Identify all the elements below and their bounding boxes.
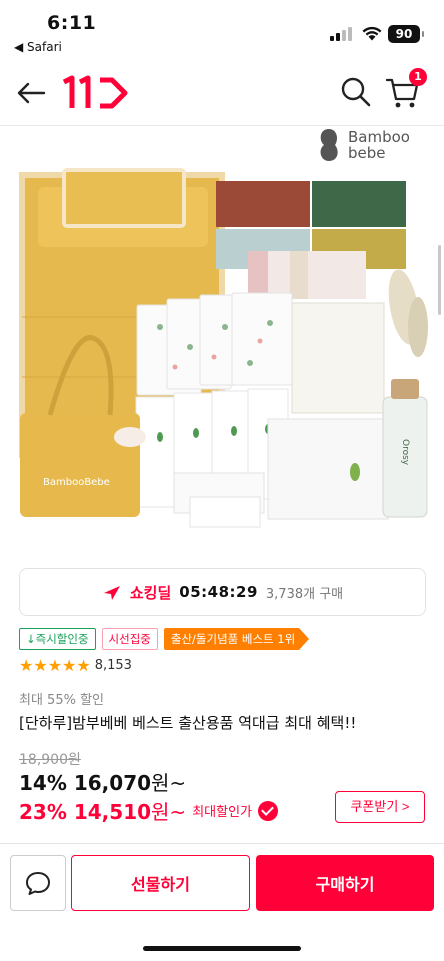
gift-button[interactable]: 선물하기	[71, 855, 250, 911]
best-seller-tag: 출산/돌기념품 베스트 1위	[163, 628, 310, 650]
instant-discount-tag: ↓즉시할인중	[19, 628, 96, 650]
bag-label: BambooBebe	[43, 477, 110, 488]
star-rating: ★★★★★	[19, 656, 91, 675]
purchase-count: 3,738개 구매	[265, 586, 344, 602]
sale-amount: 16,070	[73, 771, 152, 795]
battery-indicator: 90	[388, 25, 424, 43]
status-bar: 6:11 ◀ Safari 90	[0, 0, 444, 62]
original-price: 18,900원	[19, 752, 81, 768]
review-count: 8,153	[94, 658, 132, 673]
max-discount-label: 최대할인가	[192, 805, 253, 820]
brand-name-line1: Bamboo	[348, 128, 410, 146]
max-discount-price[interactable]: 23% 14,510원~ 최대할인가	[19, 796, 279, 825]
chat-icon	[26, 872, 50, 895]
deal-label: 쇼킹딜	[129, 583, 172, 602]
wifi-icon	[362, 26, 382, 41]
cart-count-badge: 1	[409, 68, 427, 86]
bean-logo-icon	[320, 129, 338, 161]
rating[interactable]: ★★★★★ 8,153	[19, 656, 132, 675]
search-icon[interactable]	[340, 76, 372, 108]
sale-percent: 14%	[19, 771, 67, 795]
status-time: 6:11	[47, 12, 97, 34]
shocking-deal-icon	[103, 586, 120, 600]
max-discount-percent: 23%	[19, 800, 67, 824]
bottom-action-bar: 선물하기 구매하기	[0, 843, 444, 961]
max-discount-amount: 14,510	[73, 800, 152, 824]
max-discount-suffix: 원~	[151, 800, 187, 824]
chevron-down-icon[interactable]	[258, 800, 279, 821]
chat-button[interactable]	[10, 855, 66, 911]
back-to-app-link[interactable]: ◀ Safari	[14, 40, 62, 54]
max-discount-note: 최대 55% 할인	[19, 693, 104, 708]
sale-suffix: 원~	[151, 771, 187, 795]
eleven-street-logo[interactable]	[60, 74, 130, 112]
product-tags: ↓즉시할인중 시선집중 출산/돌기념품 베스트 1위	[19, 628, 310, 650]
shocking-deal-bar[interactable]: 쇼킹딜 05:48:29 3,738개 구매	[19, 568, 426, 616]
product-photo: Orosy BambooBebe	[19, 168, 428, 528]
coupon-button[interactable]: 쿠폰받기 >	[335, 791, 425, 823]
focus-tag: 시선집중	[101, 628, 158, 650]
deal-timer: 05:48:29	[179, 583, 258, 601]
back-arrow-icon[interactable]	[14, 76, 48, 110]
brand-name-line2: bebe	[348, 144, 386, 162]
bottle-label: Orosy	[400, 439, 410, 466]
sale-price: 14% 16,070원~	[19, 767, 186, 796]
buy-button[interactable]: 구매하기	[256, 855, 434, 911]
product-image[interactable]: Orosy BambooBebe Bamboo bebe	[0, 127, 444, 557]
scrollbar[interactable]	[438, 245, 441, 315]
home-indicator[interactable]	[143, 946, 301, 951]
brand-logo: Bamboo bebe	[316, 127, 410, 163]
product-title: [단하루]밤부베베 베스트 출산용품 역대급 최대 혜택!!	[19, 714, 357, 732]
top-nav: 1	[0, 62, 444, 126]
cellular-signal-icon	[330, 27, 352, 41]
